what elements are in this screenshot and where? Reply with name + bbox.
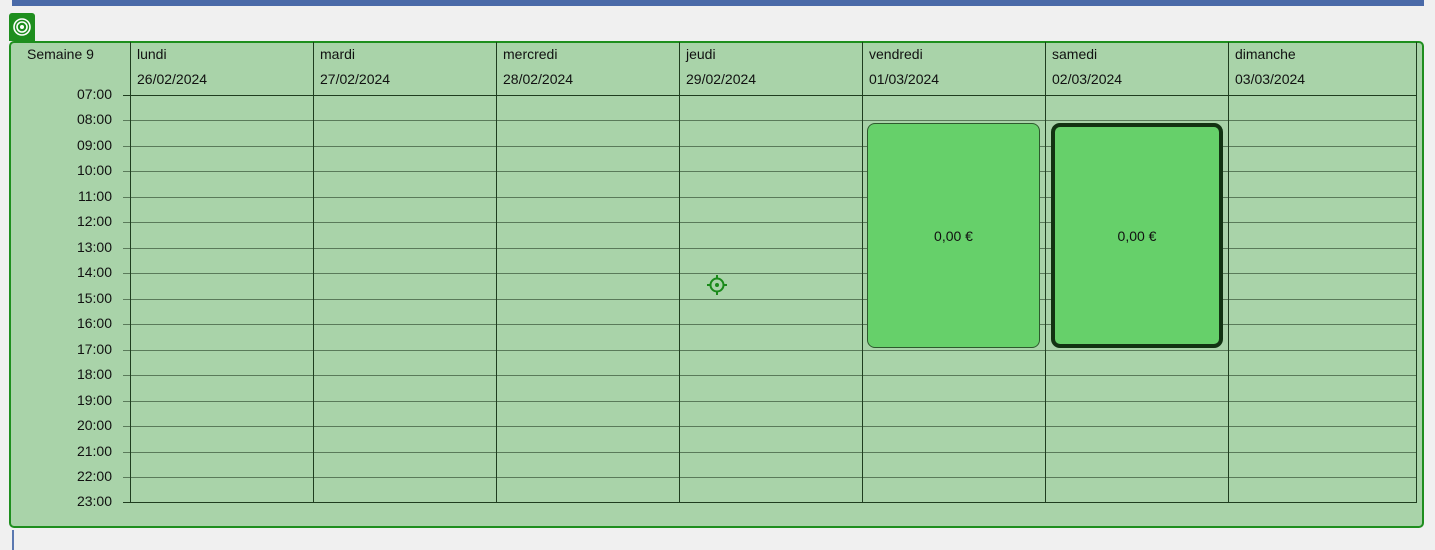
- hour-line: [123, 95, 1417, 96]
- hour-label: 16:00: [76, 315, 112, 331]
- day-header-mercredi[interactable]: mercredi: [503, 46, 557, 62]
- crosshair-cursor-icon: [707, 275, 727, 295]
- event-samedi-selected[interactable]: 0,00 €: [1051, 123, 1223, 348]
- hour-label: 13:00: [76, 239, 112, 255]
- day-header-samedi[interactable]: samedi: [1052, 46, 1097, 62]
- hour-label: 19:00: [76, 392, 112, 408]
- hour-line: [123, 477, 1417, 478]
- hour-line: [123, 120, 1417, 121]
- hour-label: 11:00: [78, 188, 112, 204]
- hour-label: 15:00: [76, 290, 112, 306]
- day-date-dimanche: 03/03/2024: [1235, 71, 1306, 87]
- day-separator: [679, 42, 680, 503]
- hour-label: 22:00: [76, 468, 112, 484]
- hour-label: 21:00: [76, 443, 112, 459]
- hour-label: 17:00: [76, 341, 112, 357]
- day-header-vendredi[interactable]: vendredi: [869, 46, 923, 62]
- day-date-jeudi: 29/02/2024: [686, 71, 757, 87]
- hour-label: 18:00: [76, 366, 112, 382]
- scheduler-corner-tab[interactable]: [9, 13, 35, 41]
- day-header-lundi[interactable]: lundi: [137, 46, 167, 62]
- hour-line: [123, 401, 1417, 402]
- day-header-mardi[interactable]: mardi: [320, 46, 355, 62]
- target-icon: [13, 18, 31, 36]
- day-separator: [313, 42, 314, 503]
- hour-label: 12:00: [76, 213, 112, 229]
- event-amount: 0,00 €: [934, 227, 973, 244]
- day-separator: [1045, 42, 1046, 503]
- day-separator: [1228, 42, 1229, 503]
- hour-line: [123, 350, 1417, 351]
- event-amount: 0,00 €: [1117, 227, 1157, 244]
- hour-label: 10:00: [76, 162, 112, 178]
- day-header-dimanche[interactable]: dimanche: [1235, 46, 1296, 62]
- hour-line: [123, 452, 1417, 453]
- hour-label: 20:00: [76, 417, 112, 433]
- hour-label: 07:00: [76, 86, 112, 102]
- hour-label: 23:00: [76, 493, 112, 509]
- day-date-vendredi: 01/03/2024: [869, 71, 940, 87]
- hour-line: [123, 502, 1417, 503]
- day-header-jeudi[interactable]: jeudi: [686, 46, 716, 62]
- hour-label: 08:00: [76, 111, 112, 127]
- hour-label: 14:00: [76, 264, 112, 280]
- hour-line: [123, 426, 1417, 427]
- day-date-samedi: 02/03/2024: [1052, 71, 1123, 87]
- hour-line: [123, 375, 1417, 376]
- event-vendredi[interactable]: 0,00 €: [867, 123, 1040, 348]
- day-date-mardi: 27/02/2024: [320, 71, 391, 87]
- day-date-mercredi: 28/02/2024: [503, 71, 574, 87]
- day-separator: [1416, 42, 1417, 503]
- day-separator: [862, 42, 863, 503]
- day-separator: [496, 42, 497, 503]
- window-edge: [12, 530, 14, 550]
- day-date-lundi: 26/02/2024: [137, 71, 208, 87]
- day-separator: [130, 42, 131, 503]
- week-label: Semaine 9: [27, 46, 94, 62]
- window-header-band: [12, 0, 1424, 6]
- hour-label: 09:00: [76, 137, 112, 153]
